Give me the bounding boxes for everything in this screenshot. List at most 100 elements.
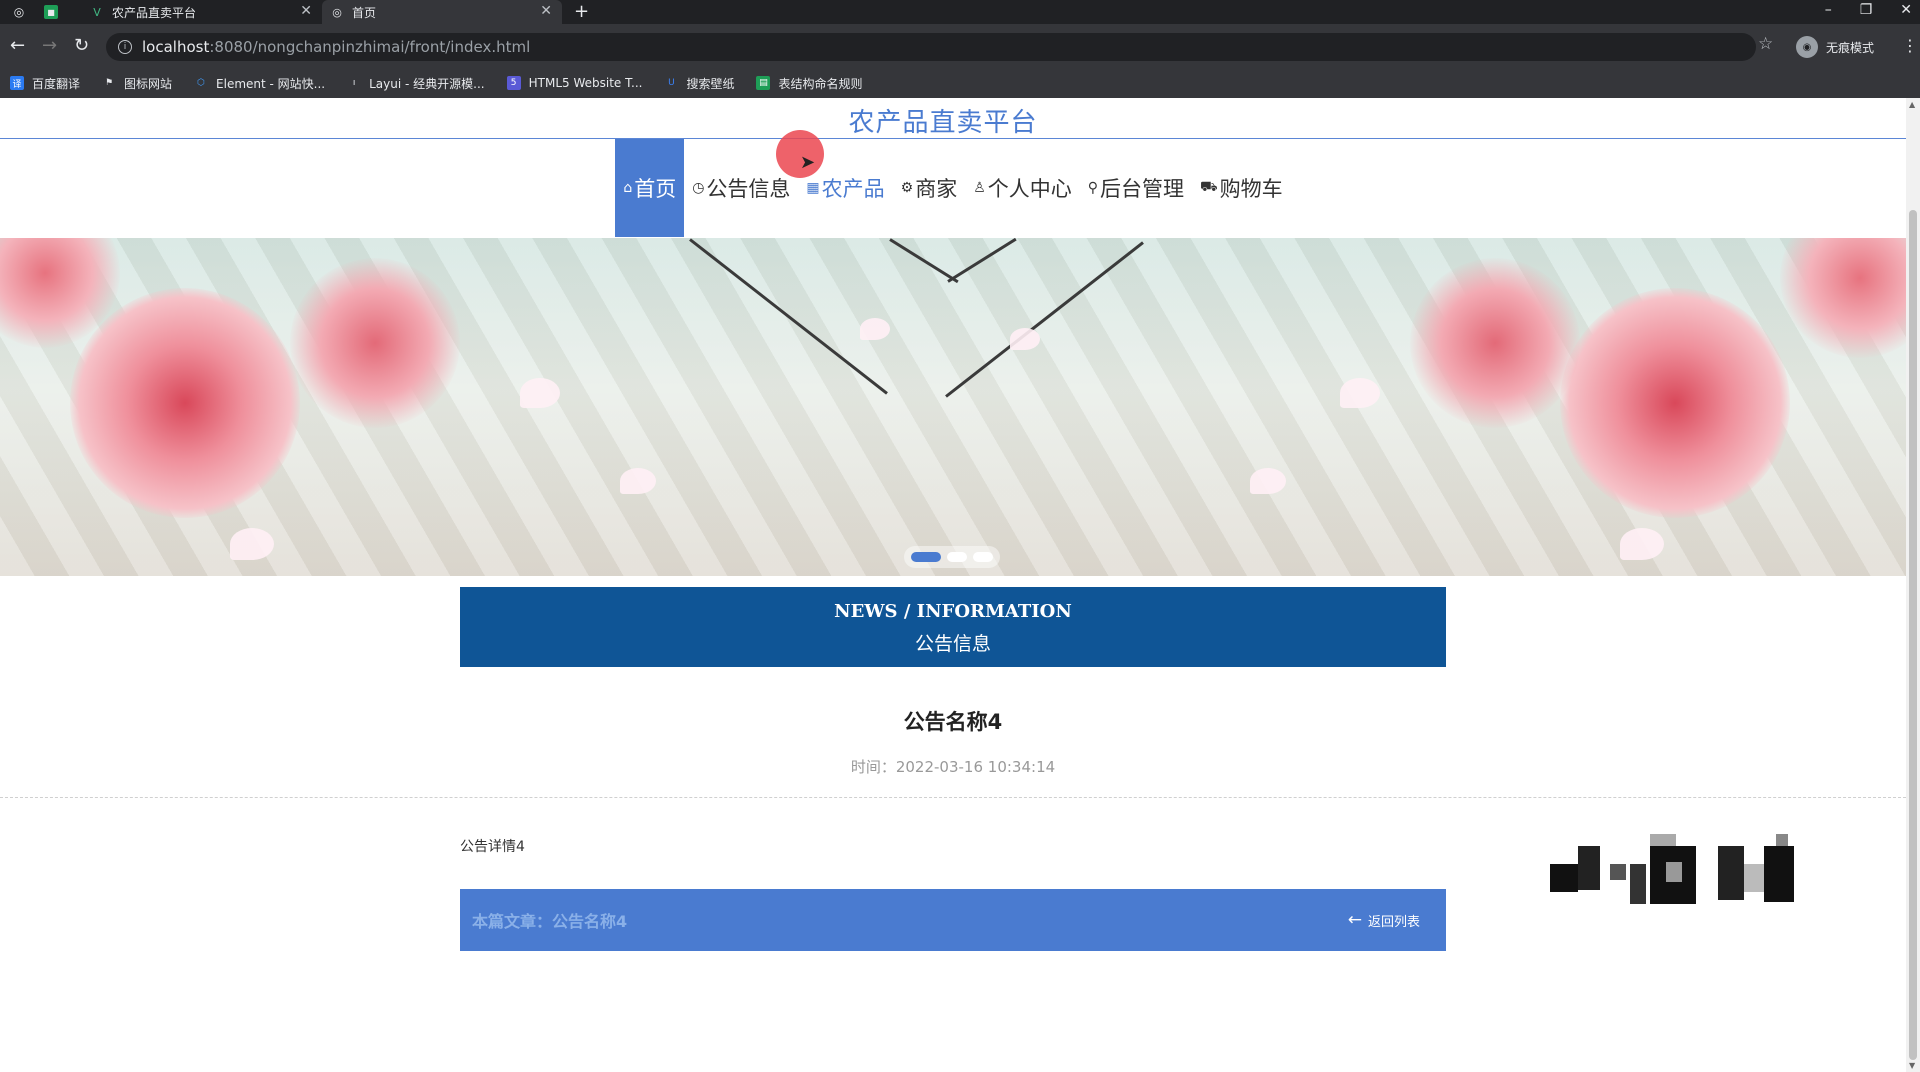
html5-icon: 5 xyxy=(506,76,521,90)
address-bar[interactable]: i localhost :8080/nongchanpinzhimai/fron… xyxy=(106,33,1756,61)
url-host: localhost xyxy=(142,38,210,56)
vue-icon: V xyxy=(93,5,101,19)
main-nav: ⌂ 首页 ◷ 公告信息 ▦ 农产品 ⚙ 商家 ♙ 个人中心 ⚲ 后台管理 ⛟ 购… xyxy=(0,139,1906,237)
bookmark-item[interactable]: ⬡ Element - 网站快... xyxy=(194,75,325,92)
gear-icon: ⚙ xyxy=(900,180,914,196)
bookmark-item[interactable]: 译百度翻译 xyxy=(10,75,80,92)
nav-label: 公告信息 xyxy=(706,177,791,201)
browser-chrome: ◎ ■ V 农产品直卖平台 ✕ ◎ 首页 ✕ + – ❐ ✕ ← → ↻ i l… xyxy=(0,0,1920,98)
rose-image xyxy=(1410,258,1580,428)
bookmark-item[interactable]: U 搜索壁纸 xyxy=(664,75,734,92)
tab-home[interactable]: ◎ 首页 ✕ xyxy=(322,0,562,24)
browser-menu-icon[interactable]: ⋮ xyxy=(1902,36,1918,55)
banner-carousel[interactable] xyxy=(0,238,1906,576)
globe-icon: ◎ xyxy=(332,5,342,19)
nav-label: 商家 xyxy=(915,177,958,201)
nav-label: 农产品 xyxy=(821,177,885,201)
profile-label: 无痕模式 xyxy=(1826,40,1875,55)
nav-label: 首页 xyxy=(634,177,677,201)
minimize-icon[interactable]: – xyxy=(1825,0,1832,20)
scroll-up-icon[interactable]: ▲ xyxy=(1909,100,1915,109)
cart-icon: ⛟ xyxy=(1200,179,1218,195)
carousel-indicators xyxy=(904,546,1000,568)
pixelated-watermark xyxy=(1550,834,1814,906)
restore-icon[interactable]: ❐ xyxy=(1860,0,1873,20)
article-footer-bar: 本篇文章：公告名称4 ← 返回列表 xyxy=(460,889,1446,951)
news-header-en: NEWS / INFORMATION xyxy=(834,601,1072,622)
petal-image xyxy=(1620,528,1664,560)
page-content: 农产品直卖平台 ⌂ 首页 ◷ 公告信息 ▦ 农产品 ⚙ 商家 ♙ 个人中心 ⚲ … xyxy=(0,98,1920,1072)
nav-admin[interactable]: ⚲ 后台管理 xyxy=(1080,139,1192,237)
incognito-profile[interactable]: ◉ 无痕模式 xyxy=(1796,36,1874,58)
flag-icon: ⚑ xyxy=(104,78,114,88)
home-icon: ⌂ xyxy=(623,180,633,196)
petal-image xyxy=(1010,328,1040,350)
scroll-down-icon[interactable]: ▼ xyxy=(1909,1061,1915,1070)
rose-image xyxy=(70,288,300,518)
user-icon: ♙ xyxy=(973,180,986,196)
translate-icon: 译 xyxy=(10,76,24,90)
incognito-icon: ◉ xyxy=(1796,36,1818,58)
petal-image xyxy=(620,468,656,494)
back-to-list-link[interactable]: ← 返回列表 xyxy=(1348,910,1420,930)
nav-label: 后台管理 xyxy=(1100,177,1185,201)
close-tab-icon[interactable]: ✕ xyxy=(300,3,312,19)
forward-icon[interactable]: → xyxy=(42,35,57,56)
article-body: 公告详情4 xyxy=(460,839,525,855)
tab-title: 首页 xyxy=(352,5,377,20)
bookmark-item[interactable]: ⚑ 图标网站 xyxy=(102,75,172,92)
news-header-cn: 公告信息 xyxy=(914,633,991,655)
link-icon: ⚲ xyxy=(1087,180,1099,196)
scrollbar-thumb[interactable] xyxy=(1909,210,1917,1060)
arrow-left-icon: ← xyxy=(1347,910,1362,930)
extension-icon[interactable]: ■ xyxy=(44,5,58,19)
petal-image xyxy=(1250,468,1286,494)
mouse-cursor-icon: ➤ xyxy=(800,152,816,173)
carousel-dot[interactable] xyxy=(973,552,993,562)
clock-icon: ◷ xyxy=(692,180,705,196)
close-window-icon[interactable]: ✕ xyxy=(1900,0,1912,20)
article-time: 时间：2022-03-16 10:34:14 xyxy=(850,758,1056,776)
nav-cart[interactable]: ⛟ 购物车 xyxy=(1192,139,1291,237)
grid-icon: ▦ xyxy=(806,180,820,196)
carousel-dot[interactable] xyxy=(911,552,941,562)
tab-bar: ◎ ■ V 农产品直卖平台 ✕ ◎ 首页 ✕ + – ❐ ✕ xyxy=(0,0,1920,24)
site-title: 农产品直卖平台 xyxy=(848,108,1038,138)
page-scrollbar[interactable]: ▲ ▼ xyxy=(1906,98,1920,1072)
reload-icon[interactable]: ↻ xyxy=(74,35,89,56)
petal-image xyxy=(1340,378,1380,408)
close-tab-icon[interactable]: ✕ xyxy=(540,3,552,19)
petal-image xyxy=(520,378,560,408)
rose-image xyxy=(290,258,460,428)
petal-image xyxy=(860,318,890,340)
back-icon[interactable]: ← xyxy=(10,35,25,56)
tab-site[interactable]: V 农产品直卖平台 ✕ xyxy=(82,0,322,24)
rose-image xyxy=(1560,288,1790,518)
tab-title: 农产品直卖平台 xyxy=(112,5,197,20)
bookmarks-bar: 译百度翻译 ⚑ 图标网站 ⬡ Element - 网站快... ı Layui - 经… xyxy=(0,68,1920,98)
nav-home[interactable]: ⌂ 首页 xyxy=(615,139,685,237)
bookmark-item[interactable]: ı Layui - 经典开源模... xyxy=(347,75,485,92)
back-to-list-label: 返回列表 xyxy=(1367,914,1420,930)
nav-label: 个人中心 xyxy=(987,177,1072,201)
dashed-divider xyxy=(0,797,1906,798)
news-header: NEWS / INFORMATION 公告信息 xyxy=(460,587,1446,667)
nav-profile[interactable]: ♙ 个人中心 xyxy=(965,139,1080,237)
nav-label: 购物车 xyxy=(1219,177,1283,201)
hex-icon: ⬡ xyxy=(197,78,205,88)
carousel-dot[interactable] xyxy=(947,552,967,562)
current-article-label: 本篇文章：公告名称4 xyxy=(472,912,628,931)
new-tab-button[interactable]: + xyxy=(574,0,589,24)
bookmark-star-icon[interactable]: ☆ xyxy=(1758,34,1773,54)
bookmark-item[interactable]: ▤ 表结构命名规则 xyxy=(756,75,862,92)
article-title: 公告名称4 xyxy=(903,710,1003,734)
browser-globe-icon[interactable]: ◎ xyxy=(10,3,28,21)
nav-merchants[interactable]: ⚙ 商家 xyxy=(893,139,966,237)
petal-image xyxy=(230,528,274,560)
bookmark-item[interactable]: 5 HTML5 Website T... xyxy=(506,76,642,90)
url-path: :8080/nongchanpinzhimai/front/index.html xyxy=(209,38,531,56)
sheet-icon: ▤ xyxy=(756,76,771,90)
wallpaper-icon: U xyxy=(668,78,675,88)
layui-icon: ı xyxy=(352,78,356,88)
site-info-icon[interactable]: i xyxy=(118,40,132,54)
